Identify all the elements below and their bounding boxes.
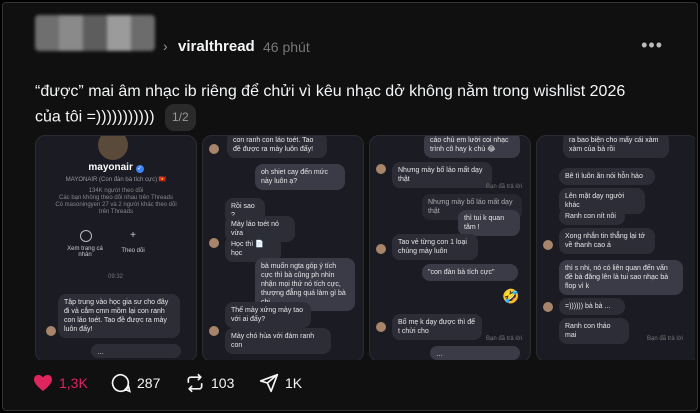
- chat-message: Xong nhắn tin thẳng lại tớ về thanh cao …: [559, 228, 655, 254]
- chat-avatar: [376, 244, 386, 254]
- comment-count: 287: [137, 375, 161, 391]
- repost-count: 103: [211, 375, 235, 391]
- more-icon[interactable]: •••: [641, 35, 663, 56]
- share-count: 1K: [285, 375, 303, 391]
- chat-avatar: [209, 238, 219, 248]
- image-carousel[interactable]: mayonair ✓ MAYONAIR (Con đàn bà tích cực…: [35, 135, 695, 360]
- chat-avatar: [376, 322, 386, 332]
- chat-message: thì s nhi, nó có liên quan đến vấn đề bà…: [559, 260, 683, 295]
- comment-button[interactable]: 287: [111, 371, 160, 395]
- chat-avatar: [543, 240, 553, 250]
- repost-icon: [187, 373, 203, 393]
- followers-count: 134K người theo dõi: [88, 188, 144, 194]
- chat-message: Bê tì luôn ăn nói hỗn hào: [559, 168, 655, 185]
- post-time: 46 phút: [263, 39, 310, 55]
- chat-message: con ranh con láo toét. Tao đề được ra mà…: [227, 136, 327, 158]
- laughing-emoji: 🤣: [502, 288, 520, 304]
- action-bar: 1,3K 287 103 1K: [33, 371, 433, 395]
- comment-icon: [111, 373, 131, 393]
- post-text: “được” mai âm nhạc ib riêng để chửi vì k…: [35, 79, 655, 131]
- chat-avatar: [376, 164, 386, 174]
- follow-info-2: Có masoningyen 27 và 2 người khác theo d…: [55, 202, 177, 208]
- screenshot-card-4[interactable]: ra bao biện cho mấy cái xàm xàm của bà r…: [536, 135, 695, 360]
- repost-button[interactable]: 103: [185, 371, 234, 395]
- chat-message: …: [430, 346, 520, 360]
- chat-message: Bố mẹ k dạy được thì để t chửi cho: [392, 314, 482, 340]
- chat-avatar: [46, 326, 56, 336]
- chat-message: cáo chủ em lười coi nhạc trình cô hay k …: [424, 136, 520, 158]
- chat-message: thì tui k quan tâm !: [458, 210, 520, 236]
- like-count: 1,3K: [59, 375, 88, 391]
- post-frame: › viralthread 46 phút ••• “được” mai âm …: [2, 2, 698, 411]
- chat-message: …: [91, 344, 181, 358]
- chat-avatar: [209, 144, 219, 154]
- share-button[interactable]: 1K: [259, 371, 302, 395]
- chat-message: Tập trung vào học gia sư cho đây đi và c…: [58, 294, 180, 338]
- profile-icon: [80, 230, 92, 242]
- chat-avatar: [209, 326, 219, 336]
- chat-message: Nhưng mày bố láo mất dạy thật: [392, 162, 492, 188]
- profile-name: mayonair: [88, 162, 133, 173]
- chat-time: 09:32: [108, 274, 124, 280]
- reply-status: Bạn đã trả lời: [647, 336, 683, 342]
- reply-status: Bạn đã trả lời: [486, 184, 522, 190]
- chat-message: oh shiet cay đến mức này luôn ạ?: [255, 164, 345, 190]
- post-header: › viralthread 46 phút •••: [3, 3, 697, 61]
- post-caption: “được” mai âm nhạc ib riêng để chửi vì k…: [35, 83, 626, 126]
- screenshot-card-1[interactable]: mayonair ✓ MAYONAIR (Con đàn bà tích cực…: [35, 135, 197, 360]
- follow-button[interactable]: Theo dõi: [116, 248, 150, 254]
- chat-message: =)))))) bà bà ...: [559, 298, 625, 315]
- chat-message: Mày chó hùa với đám ranh con: [225, 328, 331, 354]
- reply-status: Bạn đã trả lời: [486, 336, 522, 342]
- chat-message: Ranh con nít nôi: [559, 208, 625, 225]
- profile-avatar: [98, 136, 128, 160]
- chevron-right-icon: ›: [163, 38, 168, 54]
- follow-info-3: trên Threads: [99, 209, 133, 215]
- chat-avatar: [543, 302, 553, 312]
- blurred-avatar[interactable]: [35, 15, 155, 51]
- chat-message: Ranh con tháo mai: [559, 318, 629, 344]
- chat-message: Thế mày xứng mày tao với ai đấy?: [225, 302, 311, 328]
- screenshot-card-2[interactable]: con ranh con láo toét. Tao đề được ra mà…: [202, 135, 364, 360]
- chat-message: Tao vẻ từng con 1 loại chúng mày luôn: [392, 234, 478, 260]
- view-profile-button[interactable]: Xem trang cá nhân: [62, 246, 108, 258]
- chat-message: "con đàn bà tích cực": [422, 264, 518, 281]
- screenshot-card-3[interactable]: cáo chủ em lười coi nhạc trình cô hay k …: [369, 135, 531, 360]
- follow-info-1: Các bạn không theo dõi nhau trên Threads: [59, 195, 173, 201]
- page-indicator: 1/2: [165, 104, 196, 131]
- username[interactable]: viralthread: [178, 38, 255, 55]
- verified-icon: ✓: [135, 165, 144, 173]
- chat-message: ra bao biện cho mấy cái xàm xàm của bà r…: [563, 136, 669, 158]
- profile-subname: MAYONAIR (Con đàn bà tích cực) 🇻🇳: [65, 177, 167, 183]
- heart-icon: [34, 374, 52, 392]
- add-user-icon: +: [130, 230, 136, 241]
- share-icon: [259, 373, 279, 393]
- like-button[interactable]: 1,3K: [33, 371, 88, 395]
